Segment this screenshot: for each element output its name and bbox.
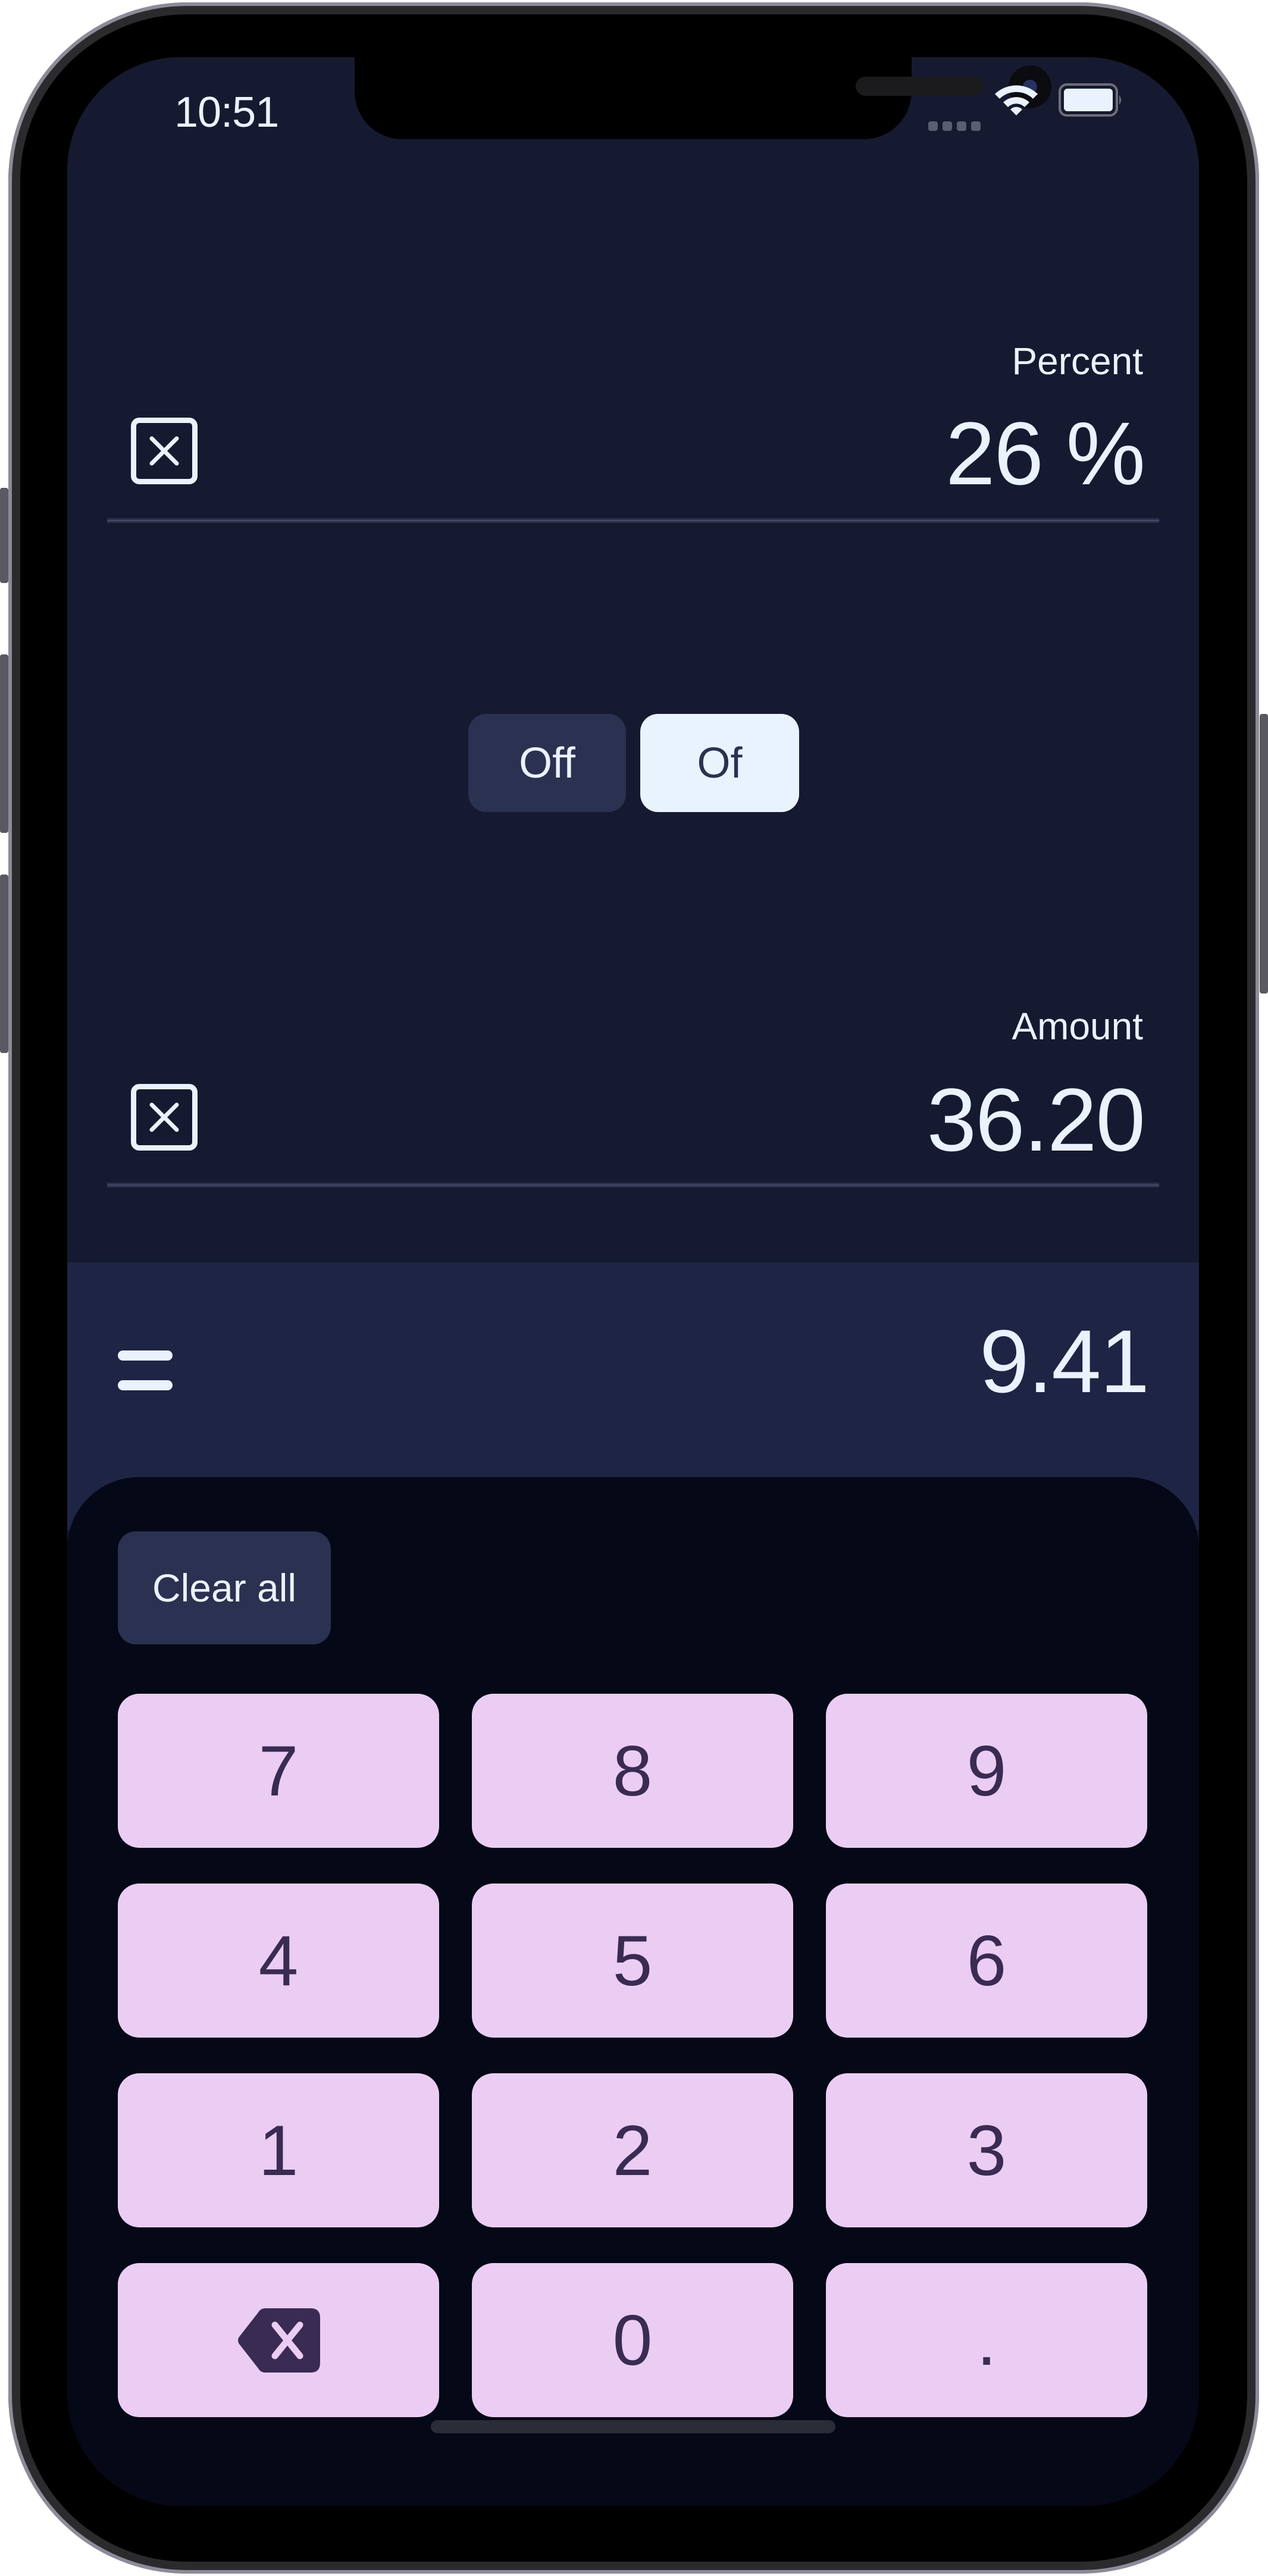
amount-underline xyxy=(107,1183,1159,1187)
side-button-power xyxy=(1260,714,1268,994)
toggle-off[interactable]: Off xyxy=(468,714,626,812)
key-5[interactable]: 5 xyxy=(472,1884,793,2038)
clear-amount-button[interactable] xyxy=(131,1084,198,1151)
wifi-icon xyxy=(995,85,1038,115)
backspace-key[interactable] xyxy=(118,2263,439,2417)
percent-label: Percent xyxy=(1012,340,1143,383)
percent-underline xyxy=(107,518,1159,523)
status-time: 10:51 xyxy=(174,89,279,136)
key-1[interactable]: 1 xyxy=(118,2073,439,2227)
key-7[interactable]: 7 xyxy=(118,1694,439,1848)
backspace-icon xyxy=(238,2308,320,2373)
key-6[interactable]: 6 xyxy=(826,1884,1147,2038)
key-decimal[interactable]: . xyxy=(826,2263,1147,2417)
amount-label: Amount xyxy=(1012,1005,1143,1048)
signal-dots-icon xyxy=(928,121,981,131)
close-icon xyxy=(149,436,179,466)
side-button-silent xyxy=(0,488,8,583)
speaker-grille xyxy=(856,77,983,96)
key-9[interactable]: 9 xyxy=(826,1694,1147,1848)
key-8[interactable]: 8 xyxy=(472,1694,793,1848)
toggle-of-selected[interactable]: Of xyxy=(640,714,799,812)
close-icon xyxy=(149,1102,179,1132)
notch xyxy=(355,57,1051,139)
battery-icon xyxy=(1059,83,1121,117)
clear-percent-button[interactable] xyxy=(131,418,198,484)
keypad-panel: Clear all 7 8 9 4 5 6 1 2 3 0 . xyxy=(67,1477,1199,2506)
key-4[interactable]: 4 xyxy=(118,1884,439,2038)
side-button-volume-down xyxy=(0,875,8,1053)
key-3[interactable]: 3 xyxy=(826,2073,1147,2227)
result-value: 9.41 xyxy=(979,1311,1150,1411)
home-indicator[interactable] xyxy=(431,2420,835,2433)
clear-all-button[interactable]: Clear all xyxy=(118,1531,331,1644)
equals-icon xyxy=(118,1350,173,1410)
key-0[interactable]: 0 xyxy=(472,2263,793,2417)
key-2[interactable]: 2 xyxy=(472,2073,793,2227)
amount-value-input[interactable]: 36.20 xyxy=(927,1068,1145,1171)
percent-value-input[interactable]: 26 % xyxy=(945,402,1145,505)
side-button-volume-up xyxy=(0,654,8,833)
app-screen: 10:51 Percent 26 % Off Of Amount 36.20 9… xyxy=(67,57,1199,2506)
